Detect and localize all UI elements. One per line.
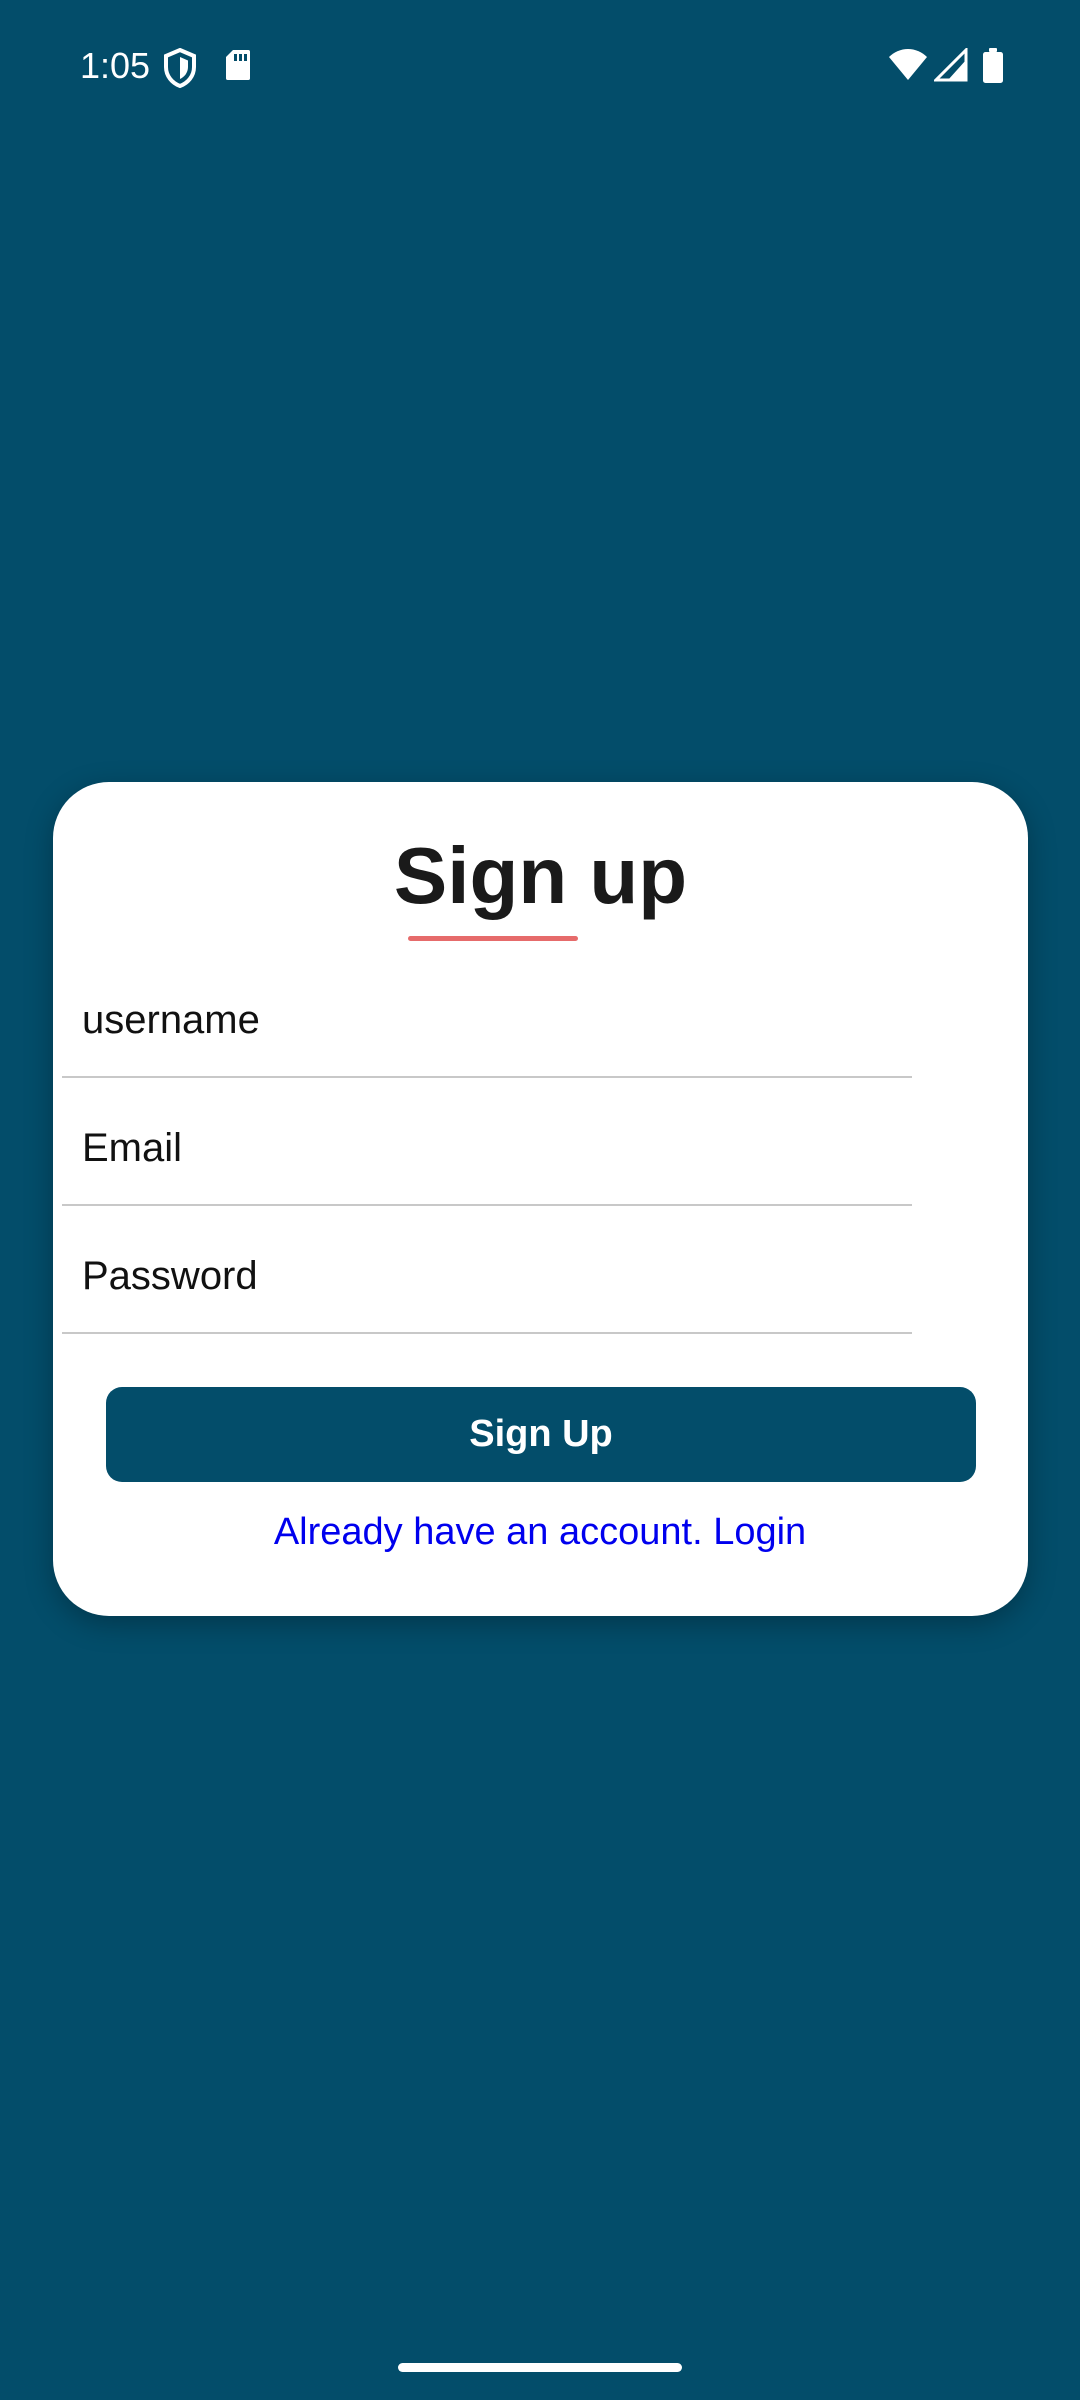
password-input[interactable] <box>62 1222 912 1330</box>
signup-button[interactable]: Sign Up <box>106 1387 976 1482</box>
username-field <box>62 966 912 1078</box>
page-title: Sign up <box>393 831 688 920</box>
email-input[interactable] <box>62 1094 912 1202</box>
login-link[interactable]: Already have an account. Login <box>0 1504 1080 1560</box>
shield-icon <box>164 48 196 88</box>
cell-signal-icon <box>934 48 968 82</box>
home-gesture-bar[interactable] <box>398 2363 682 2372</box>
email-field <box>62 1094 912 1206</box>
battery-icon <box>983 48 1003 83</box>
wifi-icon <box>889 49 927 80</box>
title-underline <box>408 936 578 941</box>
status-time: 1:05 <box>80 45 151 86</box>
username-input[interactable] <box>62 966 912 1074</box>
status-bar: 1:05 <box>0 0 1080 135</box>
password-field <box>62 1222 912 1334</box>
sd-card-icon <box>226 50 250 80</box>
